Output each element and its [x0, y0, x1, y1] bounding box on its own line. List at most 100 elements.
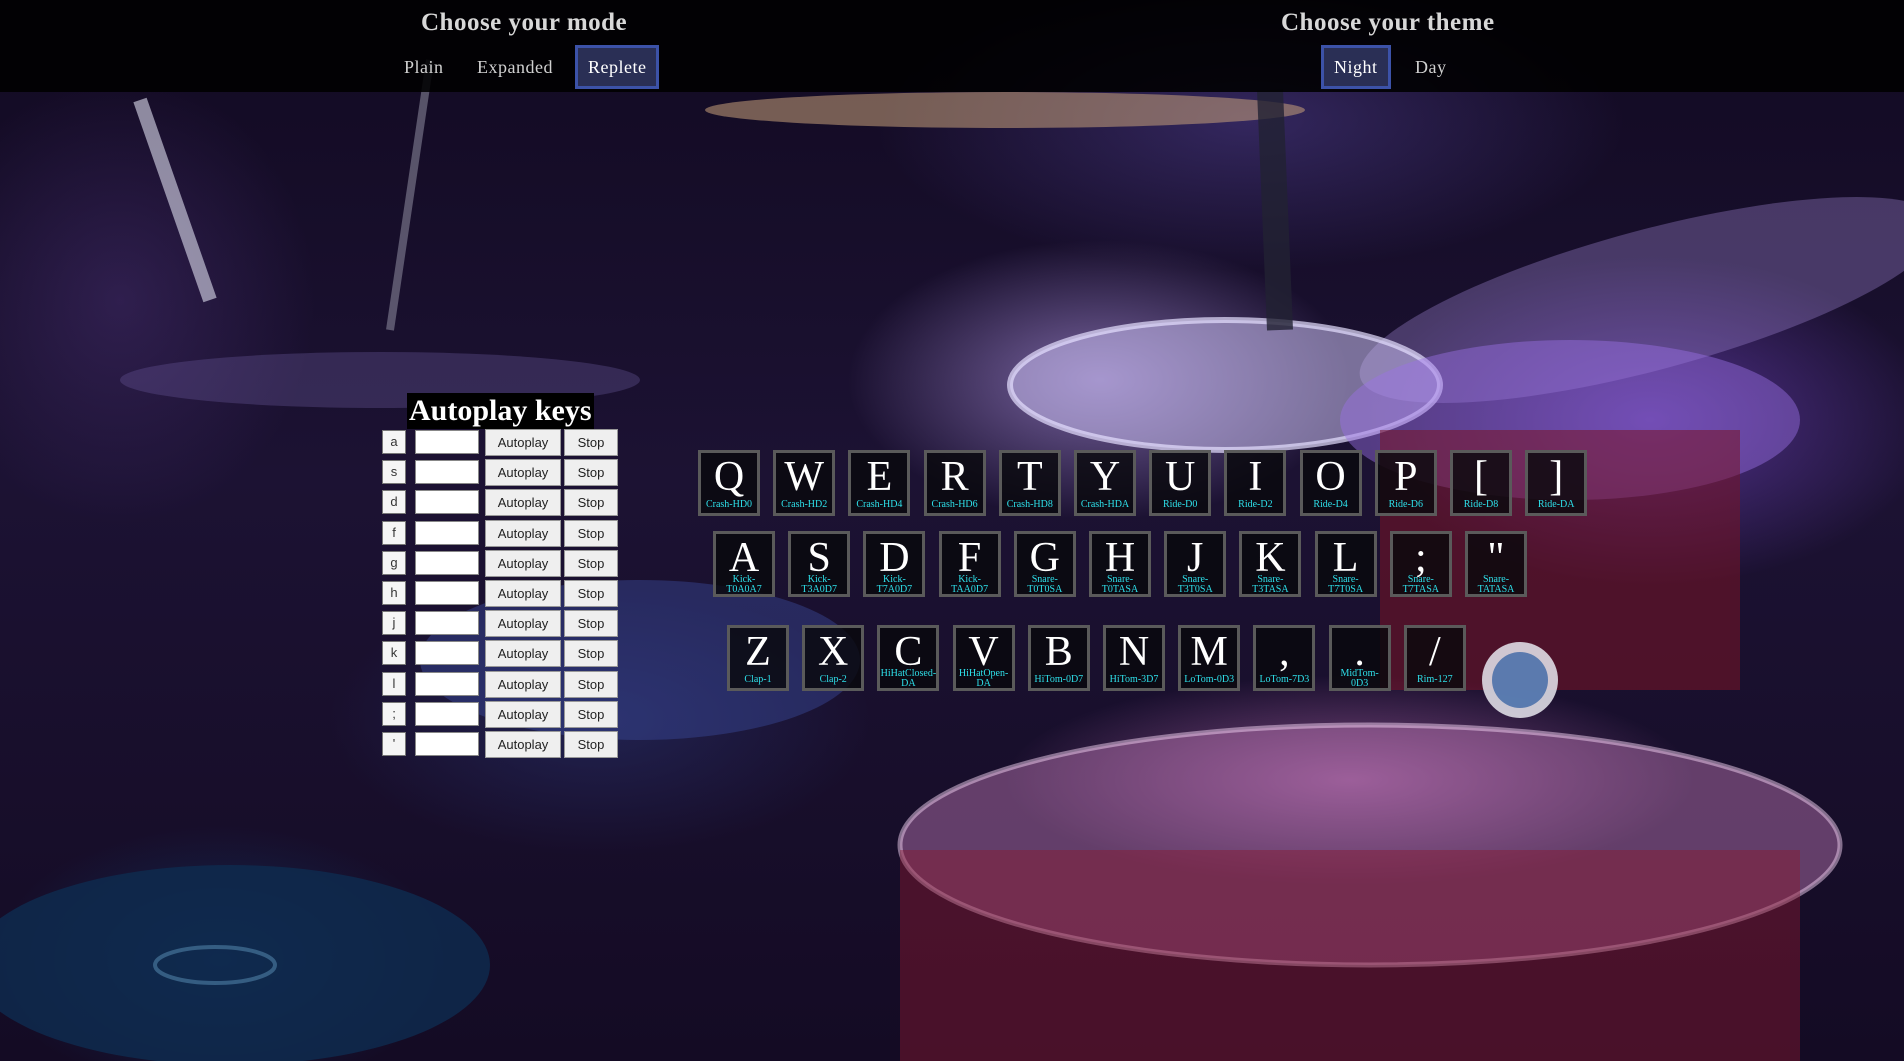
drum-pad[interactable]: [Ride-D8 [1450, 450, 1512, 516]
stop-button[interactable]: Stop [564, 700, 618, 728]
stop-button[interactable]: Stop [564, 549, 618, 577]
stop-button[interactable]: Stop [564, 640, 618, 668]
autoplay-button[interactable]: Autoplay [485, 429, 561, 456]
autoplay-key-label: g [382, 550, 406, 575]
stop-button[interactable]: Stop [564, 489, 618, 517]
autoplay-button[interactable]: Autoplay [485, 731, 561, 758]
drum-pad[interactable]: Q Crash-HD0 [698, 450, 760, 516]
stop-button[interactable]: Stop [564, 731, 618, 758]
pad-sound-label: Snare- T7TASA [1402, 574, 1439, 595]
autoplay-sequence-input[interactable] [415, 641, 479, 666]
autoplay-key-label: s [382, 460, 406, 485]
autoplay-button[interactable]: Autoplay [485, 549, 561, 577]
autoplay-sequence-input[interactable] [415, 611, 479, 636]
drum-pad[interactable]: O Ride-D4 [1299, 450, 1362, 516]
drum-pad[interactable]: D Kick- T7A0D7 [863, 531, 926, 597]
pad-sound-label: Ride-D8 [1463, 499, 1499, 510]
drum-pad[interactable]: I Ride-D2 [1224, 450, 1287, 516]
pad-key-letter: O [1315, 454, 1346, 500]
drum-pad[interactable]: , LoTom-7D3 [1253, 625, 1316, 691]
autoplay-button[interactable]: Autoplay [485, 459, 561, 487]
pad-sound-label: Snare- T0T0SA [1027, 574, 1063, 595]
drum-pad[interactable]: Y Crash-HDA [1074, 450, 1136, 516]
autoplay-sequence-input[interactable] [415, 460, 479, 485]
theme-night-button[interactable]: Night [1321, 45, 1391, 89]
autoplay-sequence-input[interactable] [415, 550, 479, 575]
pad-sound-label: Ride-D4 [1313, 499, 1348, 510]
autoplay-button[interactable]: Autoplay [485, 670, 561, 698]
pad-key-letter: I [1248, 454, 1263, 500]
drum-pad[interactable]: U Ride-D0 [1149, 450, 1212, 516]
pad-sound-label: Clap-2 [819, 674, 847, 685]
drum-pad[interactable]: T Crash-HD8 [998, 450, 1061, 516]
pad-key-letter: R [940, 454, 969, 500]
drum-pad[interactable]: " Snare- TATASA [1465, 531, 1527, 597]
stop-button[interactable]: Stop [564, 519, 618, 547]
autoplay-row: a Autoplay Stop [382, 429, 618, 456]
drum-pad[interactable]: H Snare- T0TASA [1089, 531, 1151, 597]
mode-plain-button[interactable]: Plain [396, 52, 452, 82]
autoplay-button[interactable]: Autoplay [485, 519, 561, 547]
mode-expanded-button[interactable]: Expanded [469, 52, 561, 82]
pad-sound-label: HiHatOpen- DA [958, 668, 1009, 689]
pad-key-letter: Y [1089, 454, 1121, 500]
autoplay-sequence-input[interactable] [415, 490, 479, 515]
pad-sound-label: Ride-DA [1537, 499, 1575, 510]
pad-sound-label: Crash-HD8 [1006, 499, 1053, 510]
drum-pad[interactable]: B HiTom-0D7 [1027, 625, 1090, 691]
pad-sound-label: HiTom-3D7 [1109, 674, 1159, 685]
drum-pad[interactable]: ; Snare- T7TASA [1389, 531, 1452, 597]
drum-pad[interactable]: E Crash-HD4 [848, 450, 911, 516]
mode-replete-button[interactable]: Replete [575, 45, 660, 89]
autoplay-button[interactable]: Autoplay [485, 700, 561, 728]
drum-pad[interactable]: C HiHatClosed- DA [877, 625, 940, 691]
pad-sound-label: LoTom-0D3 [1184, 674, 1235, 685]
drum-pad[interactable]: . MidTom- 0D3 [1328, 625, 1391, 691]
stop-button[interactable]: Stop [564, 459, 618, 487]
drum-pad[interactable]: / Rim-127 [1403, 625, 1466, 691]
autoplay-sequence-input[interactable] [415, 732, 479, 756]
autoplay-button[interactable]: Autoplay [485, 640, 561, 668]
drum-pad[interactable]: X Clap-2 [802, 625, 865, 691]
pad-sound-label: HiTom-0D7 [1034, 674, 1084, 685]
drum-pad[interactable]: J Snare- T3T0SA [1164, 531, 1227, 597]
drum-pad[interactable]: N HiTom-3D7 [1103, 625, 1165, 691]
autoplay-row: d Autoplay Stop [382, 489, 618, 517]
drum-pad[interactable]: R Crash-HD6 [923, 450, 986, 516]
autoplay-key-label: a [382, 430, 406, 454]
drum-pad[interactable]: L Snare- T7T0SA [1314, 531, 1377, 597]
autoplay-sequence-input[interactable] [415, 430, 479, 454]
drum-pad[interactable]: K Snare- T3TASA [1239, 531, 1302, 597]
pad-sound-label: Ride-D6 [1388, 499, 1424, 510]
drum-pad[interactable]: G Snare- T0T0SA [1013, 531, 1076, 597]
drum-pad[interactable]: S Kick- T3A0D7 [788, 531, 851, 597]
drum-pad[interactable]: W Crash-HD2 [773, 450, 836, 516]
drum-pad[interactable]: P Ride-D6 [1374, 450, 1437, 516]
autoplay-button[interactable]: Autoplay [485, 610, 561, 638]
stop-button[interactable]: Stop [564, 580, 618, 607]
autoplay-sequence-input[interactable] [415, 671, 479, 696]
stop-button[interactable]: Stop [564, 670, 618, 698]
drum-pad[interactable]: V HiHatOpen- DA [952, 625, 1015, 691]
autoplay-row: h Autoplay Stop [382, 580, 618, 607]
stop-button[interactable]: Stop [564, 610, 618, 638]
autoplay-button[interactable]: Autoplay [485, 580, 561, 607]
drum-pad[interactable]: ] Ride-DA [1525, 450, 1588, 516]
theme-day-button[interactable]: Day [1407, 52, 1455, 82]
drum-pad[interactable]: M LoTom-0D3 [1178, 625, 1241, 691]
pad-sound-label: Clap-1 [744, 674, 772, 685]
autoplay-button[interactable]: Autoplay [485, 489, 561, 517]
drum-pad[interactable]: Z Clap-1 [727, 625, 789, 691]
pad-sound-label: HiHatClosed- DA [880, 668, 937, 689]
autoplay-sequence-input[interactable] [415, 581, 479, 605]
autoplay-sequence-input[interactable] [415, 701, 479, 726]
autoplay-title: Autoplay keys [407, 393, 594, 429]
drum-pad[interactable]: A Kick- T0A0A7 [713, 531, 775, 597]
drum-pad[interactable]: F Kick- TAA0D7 [938, 531, 1001, 597]
pad-sound-label: Snare- T7T0SA [1328, 574, 1364, 595]
pad-key-letter: B [1044, 629, 1073, 675]
autoplay-sequence-input[interactable] [415, 520, 479, 545]
stop-button[interactable]: Stop [564, 429, 618, 456]
theme-title: Choose your theme [1281, 9, 1495, 36]
autoplay-row: ; Autoplay Stop [382, 700, 618, 728]
